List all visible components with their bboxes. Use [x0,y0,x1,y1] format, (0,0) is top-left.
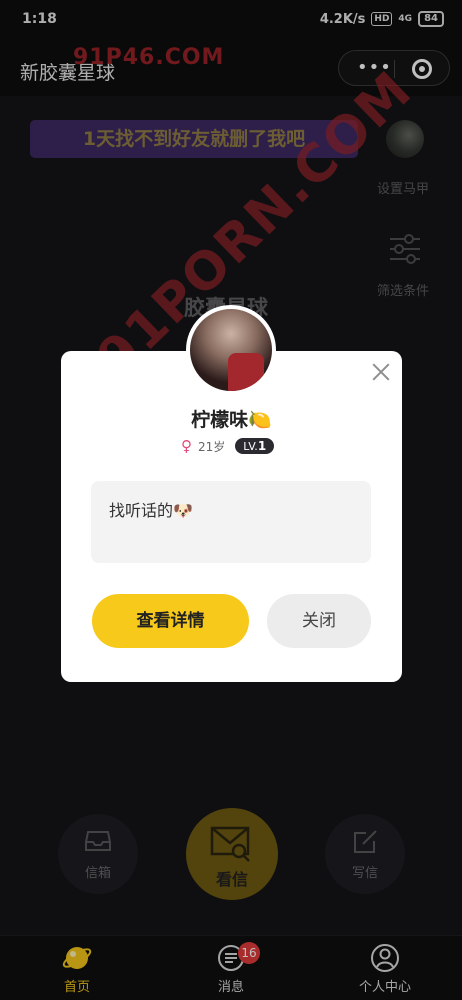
avatar-clothing [228,353,264,391]
read-letter-label: 看信 [215,870,248,889]
message-box: 找听话的🐶 [91,481,371,563]
profile-modal: 柠檬味🍋 ♀ 21岁 LV.1 找听话的🐶 查看详情 关闭 [61,351,402,682]
envelope-search-icon [210,826,250,862]
filter-icon[interactable] [388,232,422,266]
tab-home[interactable]: 首页 [0,936,154,1000]
planet-icon [62,947,92,969]
tab-home-label: 首页 [63,980,90,995]
status-bar: 1:18 4.2K/s HD 4G 84 [0,0,462,40]
status-right: 4.2K/s HD 4G 84 [320,11,444,27]
set-alias-label[interactable]: 设置马甲 [377,178,429,197]
inbox-label: 信箱 [84,866,111,881]
read-letter-button[interactable]: 看信 [186,808,278,900]
filter-label[interactable]: 筛选条件 [377,280,429,299]
bottom-tab-bar: 首页 16 消息 个人中心 [0,935,462,1000]
close-button[interactable]: 关闭 [267,594,371,648]
hd-icon: HD [371,12,393,26]
tab-messages-label: 消息 [217,980,244,995]
messages-badge: 16 [238,942,260,964]
network-speed: 4.2K/s [319,11,366,27]
user-age: 21岁 [198,439,226,454]
battery-icon: 84 [418,11,444,27]
level-value: 1 [257,439,267,453]
watermark-text: 91P46.COM [73,45,225,70]
level-prefix: LV. [243,440,258,453]
view-details-button[interactable]: 查看详情 [92,594,249,648]
write-icon [354,830,377,853]
user-meta: ♀ 21岁 LV.1 [181,437,275,455]
inbox-button[interactable]: 信箱 [58,814,138,894]
tab-messages[interactable]: 16 消息 [154,936,308,1000]
status-time: 1:18 [22,11,57,27]
female-icon: ♀ [181,437,192,455]
level-badge: LV.1 [235,438,275,454]
target-icon[interactable] [412,59,432,79]
profile-icon [371,944,399,972]
user-nickname: 柠檬味🍋 [191,409,272,431]
signal-icon: 4G [398,14,413,24]
inbox-icon [85,831,111,851]
user-avatar[interactable] [186,305,276,395]
tab-profile[interactable]: 个人中心 [308,936,462,1000]
write-letter-button[interactable]: 写信 [325,814,405,894]
write-letter-label: 写信 [351,866,378,881]
close-icon[interactable] [370,361,392,383]
tab-profile-label: 个人中心 [358,980,411,995]
message-text: 找听话的🐶 [109,501,193,520]
